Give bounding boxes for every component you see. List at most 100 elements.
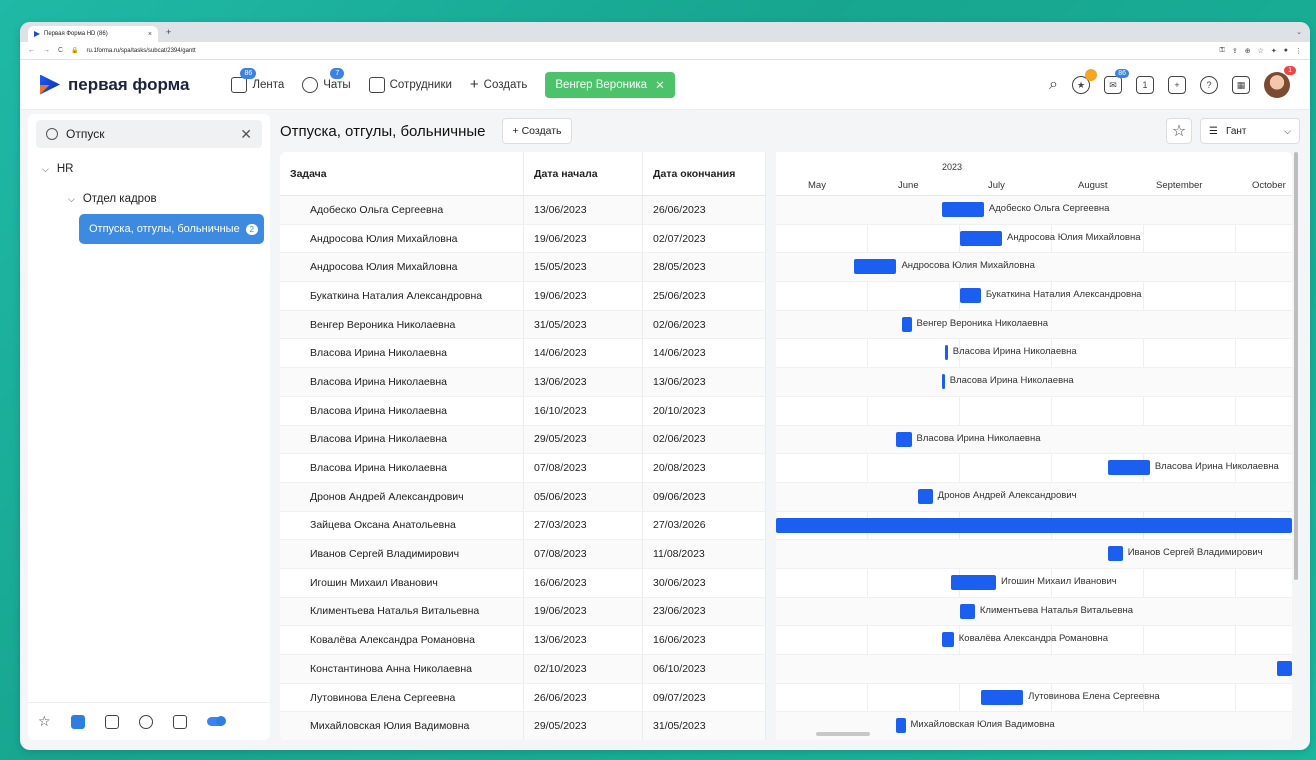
gantt-bar[interactable] [941,202,984,217]
create-button[interactable]: + Создать [501,118,573,144]
start-date-cell: 27/03/2023 [524,511,643,540]
chevron-down-icon[interactable]: ⌵ [42,164,49,175]
logo[interactable]: первая форма [40,75,189,95]
nav-create[interactable]: + Создать [470,76,527,93]
mail-icon[interactable]: ✉ 86 [1104,69,1129,94]
forward-icon[interactable]: → [43,47,50,54]
menu-icon[interactable]: ⋮ [1295,47,1302,55]
gantt-bar[interactable] [959,230,1003,246]
nav-chats[interactable]: Чаты 7 [302,67,351,93]
nav-feed[interactable]: Лента 86 [231,67,284,93]
start-date-cell: 29/05/2023 [524,712,643,740]
star-icon[interactable]: ☆ [38,713,51,730]
task-cell: Иванов Сергей Владимирович [280,540,524,568]
gantt-bar[interactable] [941,632,954,648]
table-row[interactable]: Власова Ирина Николаевна 13/06/2023 13/06/… [280,368,766,397]
table-row[interactable]: Венгер Вероника Николаевна 31/05/2023 02/0… [280,310,766,340]
search-icon[interactable]: ⌕ [1049,76,1058,94]
bookmark-icon[interactable]: ☆ [1258,47,1264,55]
tasks-icon[interactable]: ★ [1072,69,1097,94]
table-row[interactable]: Игошин Михаил Иванович 16/06/2023 30/06/20… [280,568,766,598]
chart-icon[interactable] [138,714,153,729]
user-filter-chip[interactable]: Венгер Вероника ✕ [545,71,675,98]
table-row[interactable]: Климентьева Наталья Витальевна 19/06/2023… [280,597,766,627]
vertical-scrollbar[interactable] [1294,152,1298,580]
gantt-bar[interactable] [941,374,945,390]
table-row[interactable]: Андросова Юлия Михайловна 19/06/2023 02/07… [280,224,766,254]
structure-icon[interactable] [70,714,85,729]
reload-icon[interactable]: C [58,47,63,54]
zoom-icon[interactable]: ⊕ [1245,47,1251,55]
table-row[interactable]: Власова Ирина Николаевна 07/08/2023 20/08/… [280,454,766,483]
tab-list-chevron-icon[interactable]: ⌄ [1296,28,1302,36]
task-cell: Михайловская Юлия Вадимовна [280,712,524,740]
profile-icon[interactable]: ● [1284,47,1288,55]
tab-close-icon[interactable]: × [148,31,152,38]
add-event-icon[interactable]: + [1168,76,1186,94]
tree-node-hr[interactable]: ⌵ HR [28,154,270,184]
horizontal-scrollbar[interactable] [816,732,870,736]
extensions-icon[interactable]: ✦ [1271,47,1277,55]
table-row[interactable]: Андросова Юлия Михайловна 15/05/2023 28/05… [280,253,766,283]
gantt-row: Дронов Андрей Александрович [776,482,1292,512]
column-header-start[interactable]: Дата начала [524,152,643,195]
column-header-task[interactable]: Задача [280,152,524,195]
gantt-bar[interactable] [896,718,906,734]
panel-icon[interactable] [172,714,187,729]
view-select[interactable]: ☰ Гант ⌵ [1200,118,1300,144]
favorite-star-icon[interactable]: ☆ [1166,118,1192,144]
calendar-day-icon[interactable]: 1 [1136,76,1154,94]
tree-node-selected[interactable]: Отпуска, отгулы, больничные 2 [79,214,264,244]
table-row[interactable]: Иванов Сергей Владимирович 07/08/2023 11/0… [280,540,766,569]
calendar-icon[interactable]: ▦ [1232,76,1250,94]
gantt-bar[interactable] [950,574,996,590]
chip-close-icon[interactable]: ✕ [655,78,665,92]
mail-icon[interactable] [104,714,119,729]
search-input[interactable]: Отпуск [66,127,104,141]
table-row[interactable]: Дронов Андрей Александрович 05/06/2023 09/… [280,482,766,512]
gantt-bar[interactable] [980,689,1024,705]
url-text[interactable]: ru.1forma.ru/spa/tasks/subcat/2394/gantt [87,48,196,54]
share-icon[interactable]: ⇪ [1232,47,1238,55]
table-row[interactable]: Букаткина Наталия Александровна 19/06/202… [280,282,766,311]
pane-splitter[interactable] [767,152,775,740]
help-icon[interactable]: ? [1200,76,1218,94]
gantt-bar[interactable] [959,288,981,304]
table-row[interactable]: Михайловская Юлия Вадимовна 29/05/2023 31/… [280,712,766,740]
table-row[interactable]: Ковалёва Александра Романовна 13/06/2023 1… [280,626,766,655]
new-tab-button[interactable]: + [166,27,171,37]
chevron-down-icon[interactable]: ⌵ [68,194,75,205]
gantt-bar[interactable] [854,259,897,275]
sidebar-search[interactable]: Отпуск ✕ [36,120,262,148]
gantt-bar[interactable] [1107,546,1123,562]
feed-badge: 86 [240,67,257,79]
column-header-end[interactable]: Дата окончания [643,152,766,195]
gantt-bar[interactable] [902,316,912,332]
gantt-bar[interactable] [896,431,912,447]
tree-node-hr-dept[interactable]: ⌵ Отдел кадров [28,184,270,214]
table-row[interactable]: Власова Ирина Николаевна 14/06/2023 14/06/… [280,339,766,369]
table-row[interactable]: Власова Ирина Николаевна 29/05/2023 02/06/… [280,425,766,455]
back-icon[interactable]: ← [28,47,35,54]
table-row[interactable]: Зайцева Оксана Анатольевна 27/03/2023 27/0… [280,511,766,541]
pin-toggle[interactable] [206,716,226,726]
table-row[interactable]: Адобеско Ольга Сергеевна 13/06/2023 26/06/… [280,196,766,225]
avatar[interactable]: 1 [1264,66,1296,98]
gantt-bar[interactable] [917,488,933,504]
gantt-bar[interactable] [1107,460,1150,476]
browser-tab[interactable]: Первая Форма HD (86) × [28,26,158,42]
gantt-bar[interactable] [776,517,1292,533]
gantt-bar[interactable] [1276,661,1292,676]
table-row[interactable]: Лутовинова Елена Сергеевна 26/06/2023 09/0… [280,683,766,713]
clear-search-icon[interactable]: ✕ [240,126,252,143]
end-date-cell: 31/05/2023 [643,712,766,740]
table-row[interactable]: Власова Ирина Николаевна 16/10/2023 20/10/… [280,396,766,426]
view-controls: ☆ ☰ Гант ⌵ [1166,114,1300,148]
gantt-bar[interactable] [959,603,975,619]
gantt-bar[interactable] [944,345,948,361]
table-row[interactable]: Константинова Анна Николаевна 02/10/2023 0… [280,655,766,684]
gantt-bar-label: Михайловская Юлия Вадимовна [910,719,1055,731]
start-date-cell: 02/10/2023 [524,655,643,683]
key-icon[interactable]: ⚿ [1220,47,1225,55]
nav-employees[interactable]: Сотрудники [368,76,452,93]
